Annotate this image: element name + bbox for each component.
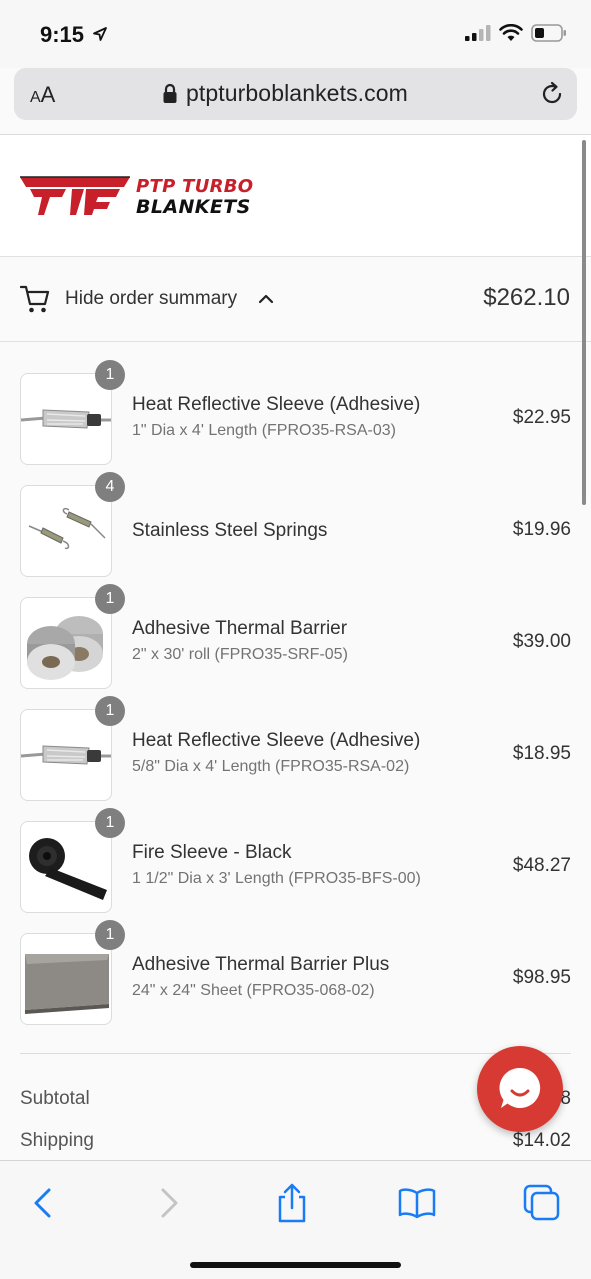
line-item: 1 Fire Sleeve - Black 1 1/2" Dia x 3' Le… — [0, 790, 591, 913]
line-item: 4 Stainless Steel Springs $19.96 — [0, 454, 591, 577]
item-name: Fire Sleeve - Black — [132, 842, 292, 863]
quantity-badge: 1 — [95, 696, 125, 726]
quantity-badge: 1 — [95, 584, 125, 614]
item-name: Stainless Steel Springs — [132, 520, 328, 541]
item-variant: 5/8" Dia x 4' Length (FPRO35-RSA-02) — [132, 758, 410, 775]
cart-icon — [20, 285, 50, 313]
springs-image — [20, 485, 112, 577]
item-price: $18.95 — [512, 743, 571, 764]
logo-wordmark[interactable]: PTP TURBO BLANKETS — [136, 176, 254, 218]
address-bar[interactable]: AA ptpturboblankets.com — [14, 68, 577, 120]
home-indicator[interactable] — [190, 1262, 401, 1268]
item-price: $98.95 — [512, 967, 571, 988]
chevron-up-icon — [258, 294, 274, 304]
scrollbar[interactable] — [582, 140, 586, 505]
cellular-signal-icon — [465, 25, 491, 41]
logo-line2: BLANKETS — [136, 196, 251, 218]
shipping-value: $14.02 — [512, 1130, 571, 1151]
bookmarks-icon[interactable] — [397, 1183, 437, 1223]
status-bar: 9:15 — [0, 0, 591, 68]
item-variant: 1" Dia x 4' Length (FPRO35-RSA-03) — [132, 422, 396, 439]
line-item: 1 Adhesive Thermal Barrier 2" x 30' roll… — [0, 566, 591, 689]
black-sleeve-image — [20, 821, 112, 913]
subtotal-label: Subtotal — [20, 1088, 90, 1109]
quantity-badge: 1 — [95, 920, 125, 950]
line-item: 1 Adhesive Thermal Barrier Plus 24" x 24… — [0, 902, 591, 1025]
sleeve-image — [20, 373, 112, 465]
item-name: Adhesive Thermal Barrier — [132, 618, 348, 639]
toggle-summary-label[interactable]: Hide order summary — [65, 288, 237, 310]
forward-icon[interactable] — [148, 1183, 188, 1223]
line-item: 1 Heat Reflective Sleeve (Adhesive) 5/8"… — [0, 678, 591, 801]
tape-roll-image — [20, 597, 112, 689]
store-header: PTP TURBO BLANKETS — [0, 135, 591, 257]
line-item: 1 Heat Reflective Sleeve (Adhesive) 1" D… — [0, 342, 591, 465]
wifi-icon — [499, 24, 523, 41]
quantity-badge: 4 — [95, 472, 125, 502]
text-size-button[interactable]: AA — [30, 82, 55, 108]
shipping-label: Shipping — [20, 1130, 94, 1151]
reload-icon[interactable] — [539, 81, 565, 107]
item-price: $39.00 — [512, 631, 571, 652]
order-summary-toggle[interactable]: Hide order summary $262.10 — [0, 258, 591, 342]
item-name: Heat Reflective Sleeve (Adhesive) — [132, 394, 421, 415]
back-icon[interactable] — [24, 1183, 64, 1223]
ptp-logo-mark[interactable] — [20, 175, 130, 219]
share-icon[interactable] — [272, 1183, 312, 1223]
status-time: 9:15 — [40, 22, 85, 47]
item-price: $48.27 — [512, 855, 571, 876]
sleeve-image — [20, 709, 112, 801]
tabs-icon[interactable] — [522, 1183, 562, 1223]
status-indicators — [465, 24, 567, 42]
item-variant: 2" x 30' roll (FPRO35-SRF-05) — [132, 646, 348, 663]
battery-icon — [531, 24, 566, 42]
item-price: $22.95 — [512, 407, 571, 428]
item-variant: 1 1/2" Dia x 3' Length (FPRO35-BFS-00) — [132, 870, 421, 887]
item-price: $19.96 — [512, 519, 571, 540]
url-text[interactable]: ptpturboblankets.com — [186, 80, 408, 107]
sheet-image — [20, 933, 112, 1025]
item-name: Heat Reflective Sleeve (Adhesive) — [132, 730, 421, 751]
quantity-badge: 1 — [95, 808, 125, 838]
chat-button[interactable] — [477, 1046, 563, 1132]
chat-bubble-icon — [499, 1067, 541, 1108]
lock-icon — [163, 83, 177, 103]
item-name: Adhesive Thermal Barrier Plus — [132, 954, 390, 975]
location-arrow-icon — [93, 27, 107, 41]
item-variant: 24" x 24" Sheet (FPRO35-068-02) — [132, 982, 375, 999]
quantity-badge: 1 — [95, 360, 125, 390]
logo-line1: PTP TURBO — [136, 176, 254, 197]
order-total: $262.10 — [483, 284, 570, 311]
